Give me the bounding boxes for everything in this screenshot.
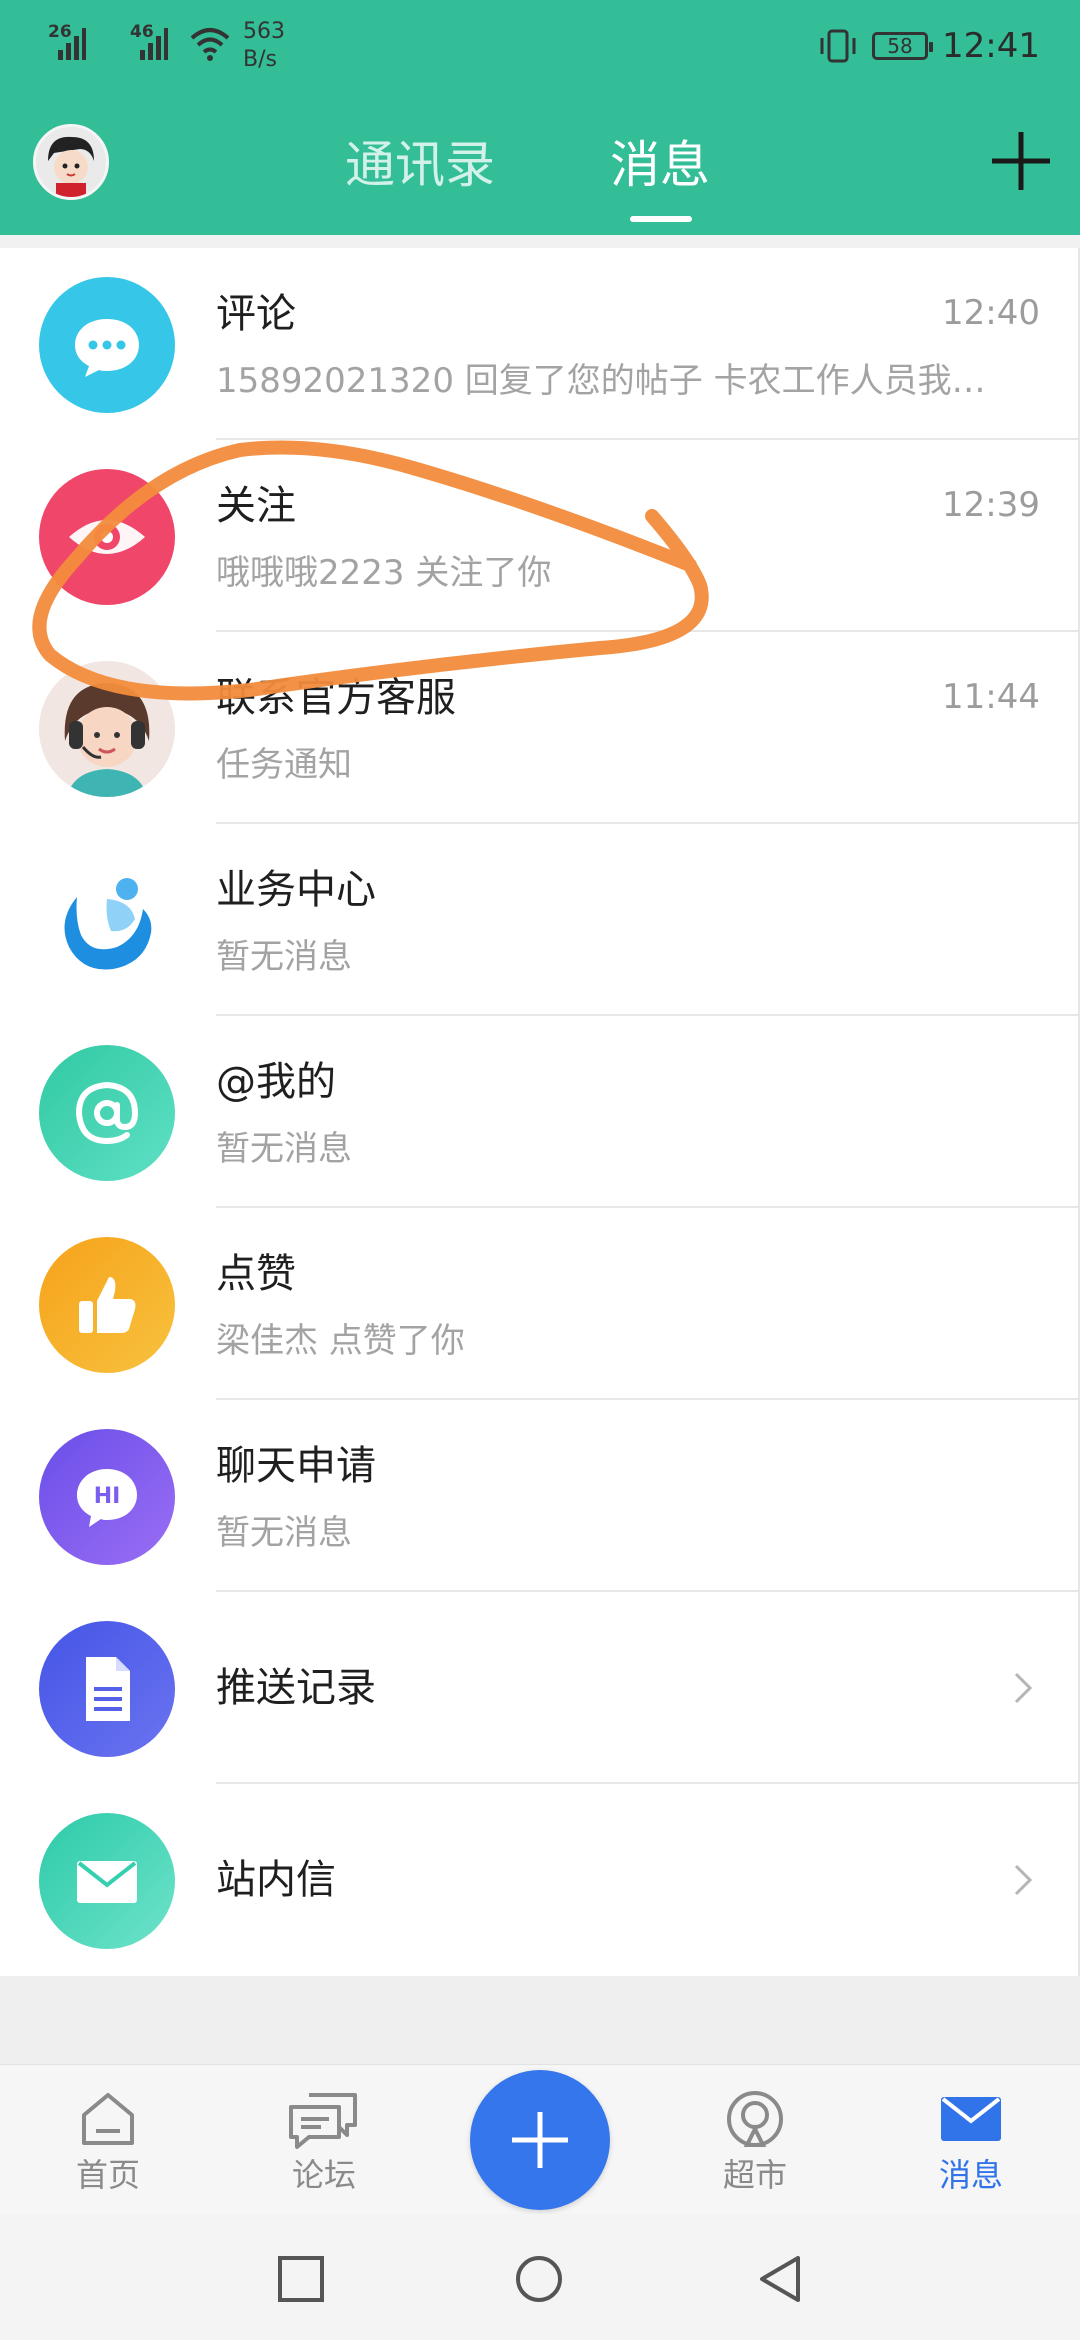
list-item-push-records[interactable]: 推送记录 xyxy=(0,1592,1078,1784)
list-item-title: 站内信 xyxy=(216,1857,336,1903)
nav-forum-label: 论坛 xyxy=(291,2156,356,2194)
system-nav-bar xyxy=(0,2214,1080,2340)
chevron-right-icon xyxy=(1014,1672,1033,1704)
message-list: 评论 15892021320 回复了您的帖子 卡农工作人员我… 12:40 关注… xyxy=(0,248,1080,1976)
tab-contacts[interactable]: 通讯录 xyxy=(345,130,495,200)
forum-icon xyxy=(289,2093,357,2149)
net-speed-unit: B/s xyxy=(243,47,277,72)
battery-indicator: 58 xyxy=(872,32,934,60)
nav-messages-label: 消息 xyxy=(938,2156,1003,2194)
list-item-subtitle: 暂无消息 xyxy=(216,1513,352,1553)
list-item-title: 推送记录 xyxy=(216,1665,376,1711)
compose-fab-button[interactable] xyxy=(470,2070,610,2210)
svg-text:HI: HI xyxy=(94,1484,121,1509)
signal-2-icon xyxy=(140,28,168,60)
list-footer-gap xyxy=(0,1976,1080,2064)
messages-mail-icon xyxy=(941,2097,1001,2141)
net-speed: 563 B/s xyxy=(243,18,285,74)
list-item-title: 点赞 xyxy=(216,1251,296,1297)
list-item-business-center[interactable]: 业务中心 暂无消息 xyxy=(0,824,1078,1016)
user-avatar-icon xyxy=(36,127,106,197)
list-item-title: 关注 xyxy=(216,483,296,529)
home-circle-icon[interactable] xyxy=(514,2254,564,2304)
list-item-subtitle: 15892021320 回复了您的帖子 卡农工作人员我… xyxy=(216,361,986,401)
signal-1-icon xyxy=(58,28,86,60)
list-item-time: 11:44 xyxy=(942,677,1040,717)
status-bar: 26 46 563 B/s 58 12:41 xyxy=(0,0,1080,90)
hi-chat-icon: HI xyxy=(39,1429,175,1565)
back-triangle-icon[interactable] xyxy=(756,2254,806,2304)
eye-icon xyxy=(39,469,175,605)
plus-icon xyxy=(512,2112,568,2168)
list-item-title: 评论 xyxy=(216,291,296,337)
thumbs-up-icon xyxy=(39,1237,175,1373)
list-item-comment[interactable]: 评论 15892021320 回复了您的帖子 卡农工作人员我… 12:40 xyxy=(0,248,1078,440)
chevron-right-icon xyxy=(1014,1864,1033,1896)
list-item-time: 12:39 xyxy=(942,485,1040,525)
user-avatar[interactable] xyxy=(33,124,109,200)
customer-service-avatar-icon xyxy=(39,661,175,797)
app-header: 26 46 563 B/s 58 12:41 通讯录 消息 xyxy=(0,0,1080,235)
nav-home[interactable]: 首页 xyxy=(48,2087,168,2207)
nav-messages[interactable]: 消息 xyxy=(911,2087,1031,2207)
list-item-subtitle: 暂无消息 xyxy=(216,937,352,977)
list-item-subtitle: 暂无消息 xyxy=(216,1129,352,1169)
nav-forum[interactable]: 论坛 xyxy=(264,2087,384,2207)
vibrate-icon xyxy=(820,29,856,63)
recent-apps-icon[interactable] xyxy=(276,2254,326,2304)
nav-home-label: 首页 xyxy=(75,2156,140,2194)
business-center-logo-icon xyxy=(39,853,175,989)
list-item-subtitle: 任务通知 xyxy=(216,745,352,785)
list-item-subtitle: 哦哦哦2223 关注了你 xyxy=(216,553,552,593)
nav-market-label: 超市 xyxy=(722,2156,787,2194)
comment-bubble-icon xyxy=(39,277,175,413)
list-item-mentions[interactable]: @我的 暂无消息 xyxy=(0,1016,1078,1208)
tab-messages[interactable]: 消息 xyxy=(610,130,710,200)
status-right: 58 12:41 xyxy=(818,22,1040,70)
list-item-follow[interactable]: 关注 哦哦哦2223 关注了你 12:39 xyxy=(0,440,1078,632)
add-plus-icon[interactable] xyxy=(990,130,1052,192)
market-icon xyxy=(727,2091,783,2147)
net-speed-value: 563 xyxy=(243,19,285,44)
list-item-time: 12:40 xyxy=(942,293,1040,333)
list-item-likes[interactable]: 点赞 梁佳杰 点赞了你 xyxy=(0,1208,1078,1400)
nav-market[interactable]: 超市 xyxy=(695,2087,815,2207)
status-time: 12:41 xyxy=(942,26,1040,66)
list-item-chat-request[interactable]: HI 聊天申请 暂无消息 xyxy=(0,1400,1078,1592)
document-icon xyxy=(39,1621,175,1757)
list-item-title: 聊天申请 xyxy=(216,1443,376,1489)
wifi-icon xyxy=(190,28,230,61)
list-item-subtitle: 梁佳杰 点赞了你 xyxy=(216,1321,465,1361)
list-item-title: 业务中心 xyxy=(216,867,376,913)
active-tab-indicator xyxy=(630,216,692,222)
mail-icon xyxy=(39,1813,175,1949)
at-icon xyxy=(39,1045,175,1181)
list-item-site-mail[interactable]: 站内信 xyxy=(0,1784,1078,1976)
list-item-title: @我的 xyxy=(216,1059,336,1105)
list-item-title: 联系官方客服 xyxy=(216,675,456,721)
list-item-customer-service[interactable]: 联系官方客服 任务通知 11:44 xyxy=(0,632,1078,824)
home-icon xyxy=(82,2093,134,2145)
